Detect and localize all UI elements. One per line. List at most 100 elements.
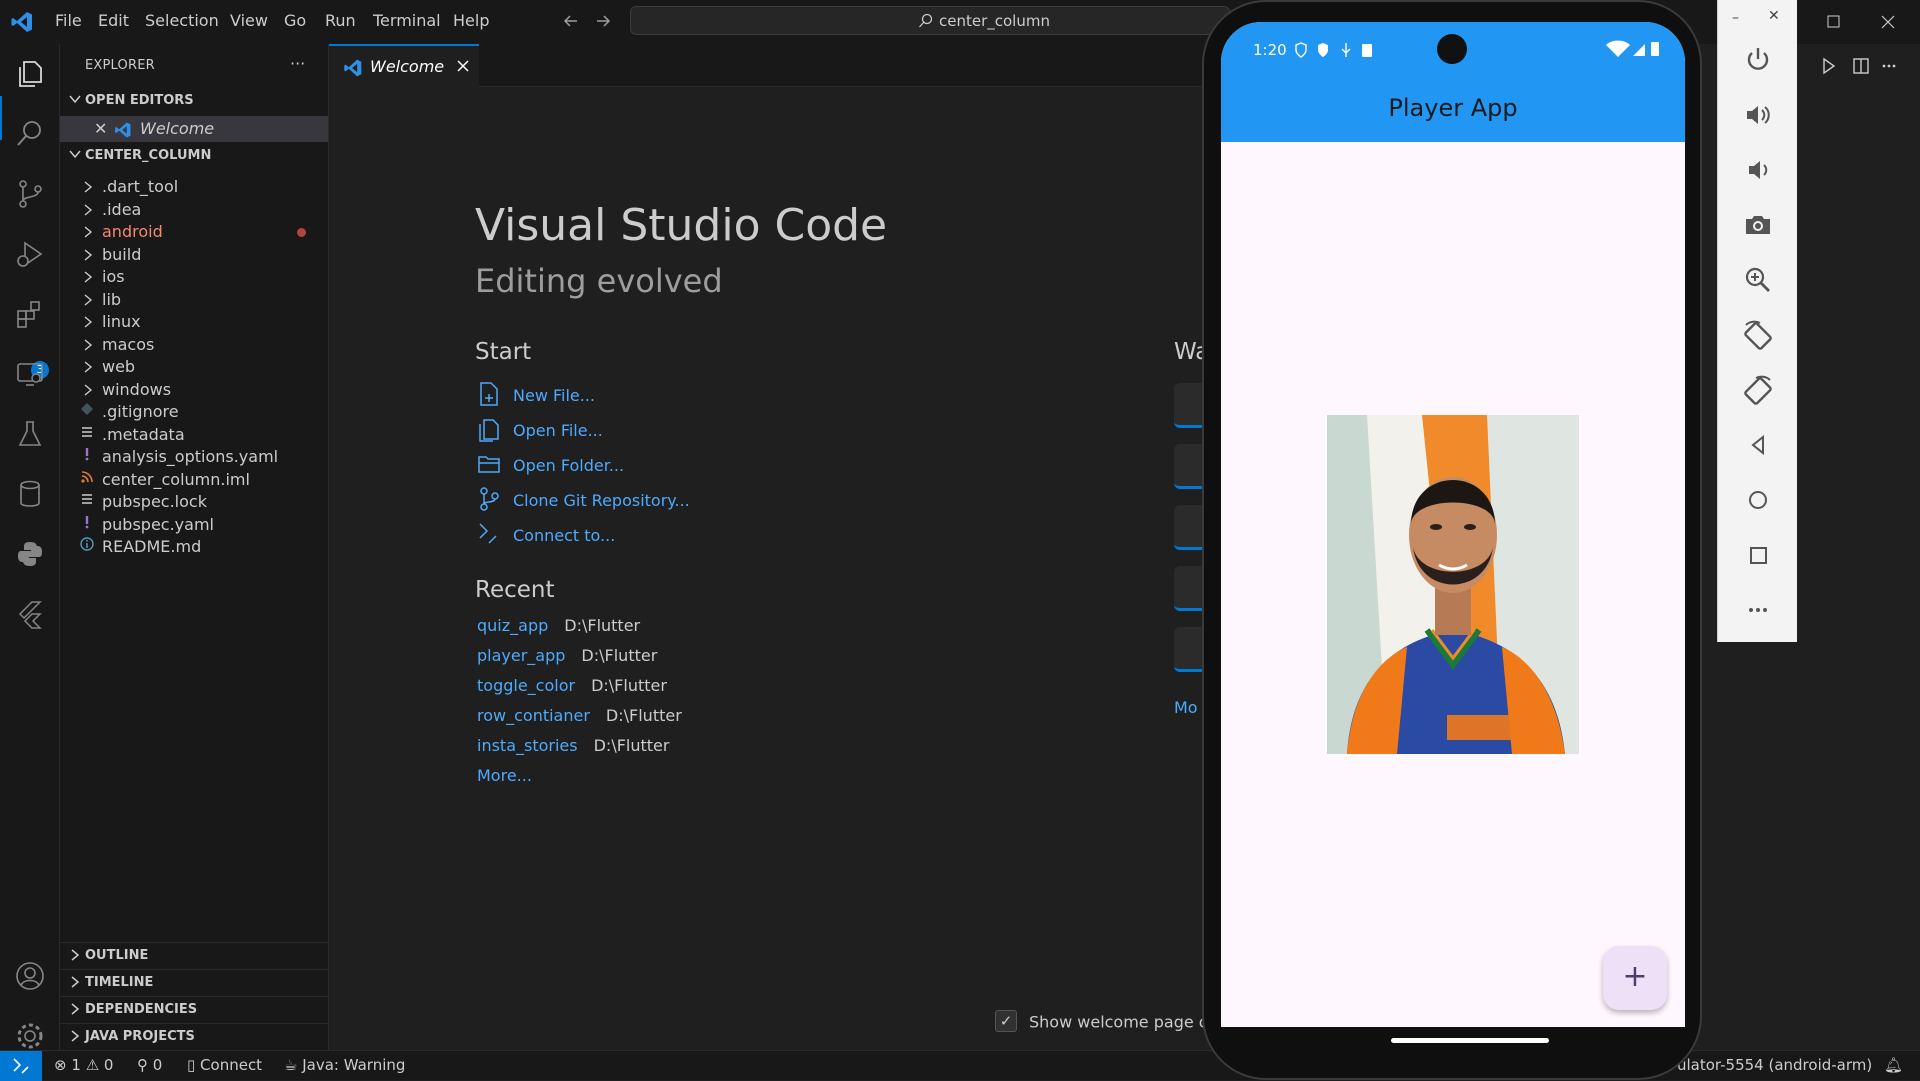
menu-help[interactable]: Help — [453, 11, 489, 30]
open-editor-welcome[interactable]: ✕ Welcome — [60, 116, 328, 142]
minimize-icon[interactable]: – — [1732, 10, 1739, 26]
menu-selection[interactable]: Selection — [145, 11, 219, 30]
recent-path: D:\Flutter — [605, 706, 682, 725]
connect-status[interactable]: ▯ Connect — [187, 1056, 262, 1074]
home-circle-icon[interactable] — [1740, 482, 1776, 518]
error-count: 1 — [71, 1056, 81, 1074]
run-debug-icon[interactable] — [14, 238, 46, 270]
app-title: Player App — [1388, 94, 1518, 122]
power-icon[interactable] — [1740, 42, 1776, 78]
timeline-label: TIMELINE — [85, 975, 154, 990]
recent-item[interactable]: player_app D:\Flutter — [477, 646, 657, 665]
flutter-icon[interactable] — [14, 598, 46, 630]
more-actions-icon[interactable]: ··· — [290, 54, 305, 73]
menu-run[interactable]: Run — [325, 11, 356, 30]
open-editors-header[interactable]: OPEN EDITORS — [60, 89, 328, 113]
java-status[interactable]: ☕ Java: Warning — [284, 1056, 405, 1074]
folder-icon — [477, 451, 501, 477]
modified-dot — [297, 228, 306, 237]
volume-up-icon[interactable] — [1740, 97, 1776, 133]
recent-more-link[interactable]: More... — [477, 766, 532, 785]
show-welcome-checkbox[interactable]: ✓ Show welcome page on — [995, 1010, 1219, 1034]
tab-welcome[interactable]: Welcome — [329, 44, 479, 87]
menu-file[interactable]: File — [55, 11, 82, 30]
recent-item[interactable]: quiz_app D:\Flutter — [477, 616, 640, 635]
app-bar: 1:20 Player App — [1221, 22, 1685, 142]
walkthrough-tile[interactable] — [1174, 444, 1202, 489]
walkthrough-tile[interactable] — [1174, 383, 1202, 428]
recent-name[interactable]: toggle_color — [477, 676, 575, 695]
extensions-icon[interactable] — [14, 298, 46, 330]
rotate-left-icon[interactable] — [1740, 317, 1776, 353]
menu-terminal[interactable]: Terminal — [373, 11, 441, 30]
rss-icon — [80, 470, 96, 484]
chevron-right-icon — [82, 203, 94, 217]
outline-section[interactable]: OUTLINE — [60, 942, 328, 968]
recent-item[interactable]: row_contianer D:\Flutter — [477, 706, 682, 725]
problems-status[interactable]: ⊗ 1 ⚠ 0 — [54, 1056, 113, 1074]
remote-explorer-icon[interactable] — [14, 358, 46, 390]
database-icon[interactable] — [14, 478, 46, 510]
walkthrough-tile[interactable] — [1174, 627, 1202, 672]
more-options-icon[interactable] — [1740, 592, 1776, 628]
python-icon[interactable] — [14, 538, 46, 570]
java-label: Java: Warning — [302, 1056, 406, 1074]
bell-icon[interactable]: 🔔︎ — [1884, 1056, 1903, 1074]
editor-actions — [1790, 56, 1900, 76]
tab-label: Welcome — [370, 57, 445, 76]
close-icon[interactable]: ✕ — [1768, 8, 1780, 24]
fab-add-button[interactable]: + — [1603, 946, 1667, 1010]
explorer-icon[interactable] — [14, 58, 46, 90]
camera-icon[interactable] — [1740, 207, 1776, 243]
device-status[interactable]: ulator-5554 (android-arm) — [1677, 1056, 1872, 1074]
volume-down-icon[interactable] — [1740, 152, 1776, 188]
close-icon[interactable]: ✕ — [94, 119, 107, 138]
chevron-right-icon — [82, 383, 94, 397]
close-icon[interactable] — [455, 58, 471, 74]
remote-indicator[interactable] — [0, 1051, 42, 1081]
recent-name[interactable]: player_app — [477, 646, 565, 665]
lines-icon — [80, 425, 96, 439]
source-control-icon[interactable] — [14, 178, 46, 210]
recent-item[interactable]: toggle_color D:\Flutter — [477, 676, 667, 695]
yaml-icon — [80, 447, 96, 461]
menu-go[interactable]: Go — [284, 11, 306, 30]
vscode-logo-icon — [10, 10, 34, 34]
menu-edit[interactable]: Edit — [98, 11, 129, 30]
timeline-section[interactable]: TIMELINE — [60, 969, 328, 995]
checkmark-icon: ✓ — [995, 1010, 1017, 1032]
tree-item-label: web — [102, 357, 136, 376]
dependencies-section[interactable]: DEPENDENCIES — [60, 996, 328, 1022]
zoom-icon[interactable] — [1740, 262, 1776, 298]
menu-view[interactable]: View — [230, 11, 268, 30]
recent-name[interactable]: row_contianer — [477, 706, 590, 725]
forward-arrow-icon[interactable] — [593, 11, 613, 31]
search-icon — [918, 13, 934, 29]
dependencies-label: DEPENDENCIES — [85, 1002, 198, 1017]
command-center[interactable]: center_column — [630, 6, 1230, 35]
home-indicator[interactable] — [1391, 1038, 1549, 1043]
overview-square-icon[interactable] — [1740, 537, 1776, 573]
testing-icon[interactable] — [14, 418, 46, 450]
tree-item-label: linux — [102, 312, 141, 331]
rotate-right-icon[interactable] — [1740, 372, 1776, 408]
recent-item[interactable]: insta_stories D:\Flutter — [477, 736, 669, 755]
walkthrough-tile[interactable] — [1174, 505, 1202, 550]
walkthroughs-more-link[interactable]: Mo — [1174, 698, 1198, 717]
account-icon[interactable] — [14, 960, 46, 992]
tree-item-label: android — [102, 222, 163, 241]
back-triangle-icon[interactable] — [1740, 427, 1776, 463]
back-arrow-icon[interactable] — [561, 11, 581, 31]
walkthrough-tile[interactable] — [1174, 566, 1202, 611]
recent-path: D:\Flutter — [564, 616, 641, 635]
project-header[interactable]: CENTER_COLUMN — [60, 144, 328, 168]
recent-name[interactable]: quiz_app — [477, 616, 548, 635]
ports-status[interactable]: ⚲ 0 — [137, 1056, 162, 1074]
search-icon[interactable] — [14, 118, 46, 150]
start-heading: Start — [475, 339, 532, 365]
recent-name[interactable]: insta_stories — [477, 736, 578, 755]
settings-gear-icon[interactable] — [14, 1020, 46, 1052]
tree-file[interactable]: README.md — [60, 534, 328, 560]
java-projects-section[interactable]: JAVA PROJECTS — [60, 1023, 328, 1049]
chevron-right-icon — [82, 338, 94, 352]
